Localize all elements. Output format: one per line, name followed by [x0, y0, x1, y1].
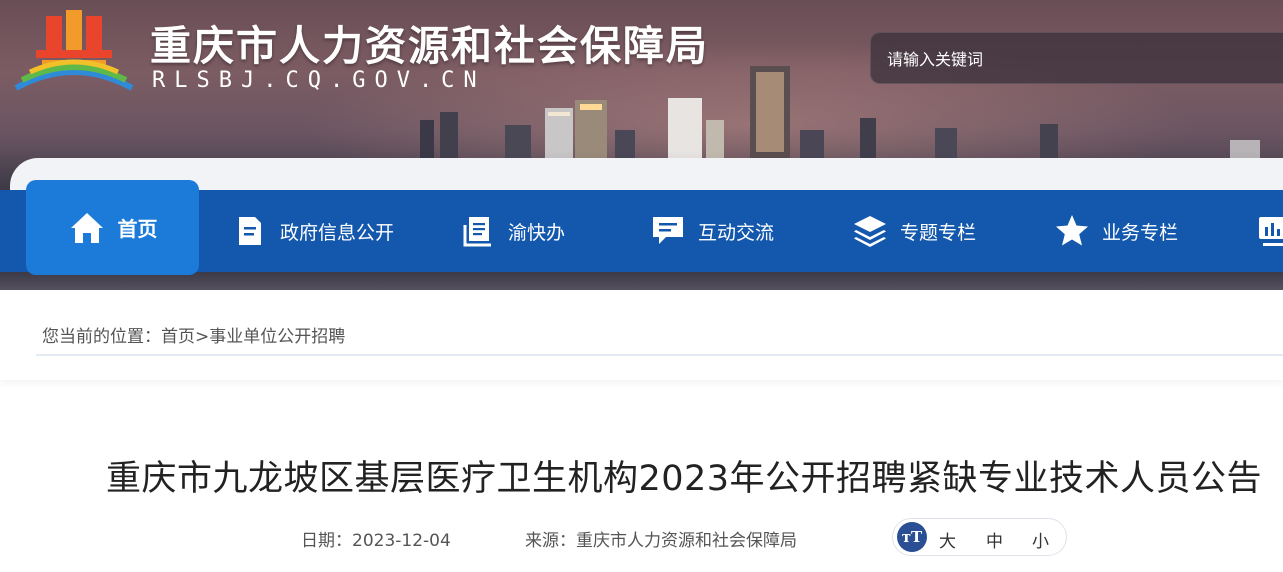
- font-size-switcher: тT 大 中 小: [892, 518, 1067, 556]
- article-title: 重庆市九龙坡区基层医疗卫生机构2023年公开招聘紧缺专业技术人员公告: [105, 459, 1263, 499]
- date-value: 2023-12-04: [352, 531, 451, 551]
- breadcrumb-home-link[interactable]: 首页: [161, 327, 195, 347]
- nav-item-home[interactable]: 首页: [26, 180, 199, 275]
- nav-item-interaction[interactable]: 互动交流: [650, 190, 774, 272]
- font-size-icon: тT: [897, 522, 927, 552]
- nav-item-label: 渝快办: [508, 221, 566, 244]
- nav-item-label: 互动交流: [698, 221, 775, 244]
- document-icon: [232, 213, 268, 249]
- source-label: 来源：: [525, 531, 576, 551]
- search-box[interactable]: [870, 32, 1283, 84]
- nav-item-special-topics[interactable]: 专题专栏: [852, 190, 976, 272]
- layers-icon: [852, 213, 888, 249]
- article-date: 日期：2023-12-04: [301, 526, 451, 551]
- star-icon: [1054, 213, 1090, 249]
- font-size-medium-button[interactable]: 中: [986, 527, 1003, 552]
- breadcrumb-divider: [36, 354, 1283, 356]
- home-icon: [68, 209, 106, 247]
- font-size-large-button[interactable]: 大: [939, 527, 956, 552]
- breadcrumb-prefix: 您当前的位置：: [42, 327, 161, 347]
- breadcrumb-separator: >: [195, 327, 210, 347]
- nav-item-label: 首页: [117, 217, 158, 241]
- breadcrumb: 您当前的位置：首页>事业单位公开招聘: [42, 322, 345, 347]
- article-source: 来源：重庆市人力资源和社会保障局: [525, 526, 797, 551]
- search-input[interactable]: [887, 47, 1267, 71]
- bureau-logo-icon: [14, 10, 134, 91]
- nav-item-label: 业务专栏: [1102, 221, 1179, 244]
- nav-bottom-strip: [0, 272, 1283, 290]
- chart-icon: [1254, 213, 1283, 249]
- nav-item-data[interactable]: [1254, 190, 1283, 272]
- source-value: 重庆市人力资源和社会保障局: [576, 531, 797, 551]
- font-size-small-button[interactable]: 小: [1032, 527, 1049, 552]
- nav-item-business[interactable]: 业务专栏: [1054, 190, 1178, 272]
- date-label: 日期：: [301, 531, 352, 551]
- site-title: 重庆市人力资源和社会保障局: [150, 22, 709, 70]
- breadcrumb-current-link[interactable]: 事业单位公开招聘: [209, 327, 345, 347]
- book-icon: [460, 213, 496, 249]
- chat-icon: [650, 213, 686, 249]
- nav-item-gov-info[interactable]: 政府信息公开: [232, 190, 394, 272]
- nav-item-label: 政府信息公开: [280, 221, 395, 244]
- site-domain: RLSBJ.CQ.GOV.CN: [152, 68, 486, 93]
- nav-item-label: 专题专栏: [900, 221, 977, 244]
- nav-item-yukuaiban[interactable]: 渝快办: [460, 190, 565, 272]
